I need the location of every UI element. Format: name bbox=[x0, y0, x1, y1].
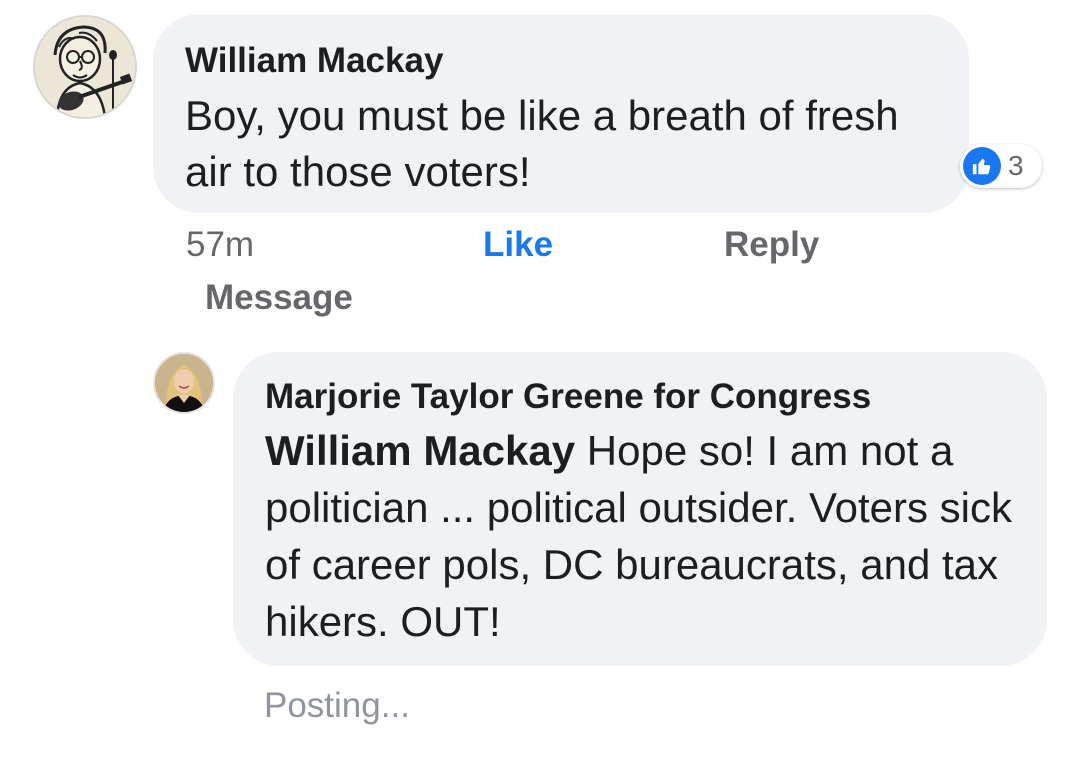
reply-button[interactable]: Reply bbox=[724, 225, 819, 265]
profile-photo-icon bbox=[155, 354, 213, 412]
caricature-avatar-icon bbox=[35, 17, 135, 117]
like-button[interactable]: Like bbox=[483, 225, 553, 265]
comment-thread: William Mackay Boy, you must be like a b… bbox=[0, 0, 1080, 757]
message-button[interactable]: Message bbox=[205, 278, 353, 318]
posting-status: Posting... bbox=[264, 686, 410, 725]
reaction-count: 3 bbox=[1008, 150, 1024, 181]
avatar-william-mackay[interactable] bbox=[33, 15, 137, 119]
comment-timestamp[interactable]: 57m bbox=[186, 225, 254, 265]
reply-text: William Mackay Hope so! I am not a polit… bbox=[265, 422, 1015, 650]
reply-author-name[interactable]: Marjorie Taylor Greene for Congress bbox=[265, 376, 1015, 418]
reaction-summary[interactable]: 3 bbox=[960, 144, 1042, 188]
comment-text: Boy, you must be like a breath of fresh … bbox=[185, 92, 899, 195]
comment-author-name[interactable]: William Mackay bbox=[185, 40, 937, 82]
comment-bubble: William Mackay Boy, you must be like a b… bbox=[153, 14, 969, 213]
thumbs-up-icon bbox=[963, 147, 1001, 185]
avatar-page[interactable] bbox=[153, 352, 215, 414]
reply-bubble: Marjorie Taylor Greene for Congress Will… bbox=[233, 352, 1047, 666]
mention-tag[interactable]: William Mackay bbox=[265, 427, 575, 474]
